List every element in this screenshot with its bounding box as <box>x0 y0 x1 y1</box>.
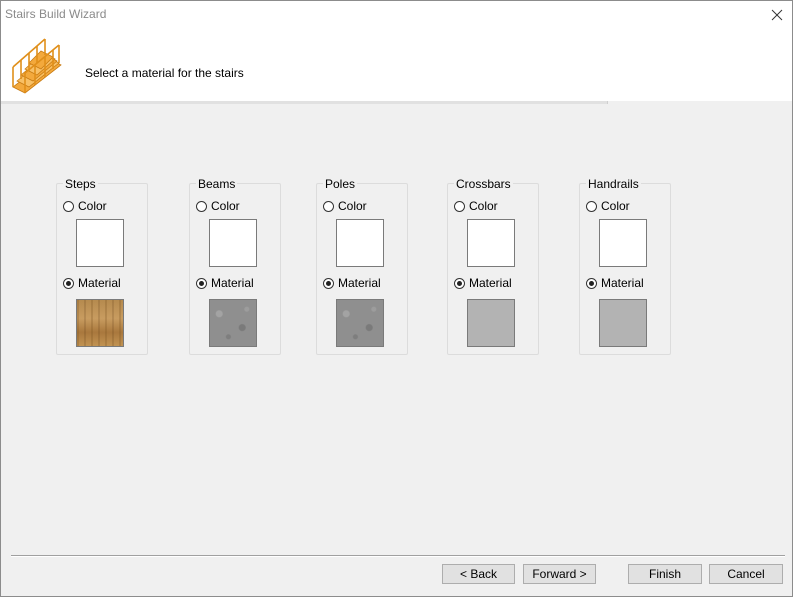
group-crossbars: Crossbars Color Material <box>447 178 539 355</box>
group-beams: Beams Color Material <box>189 178 281 355</box>
radio-material-steps[interactable]: Material <box>63 276 121 290</box>
radio-material-poles[interactable]: Material <box>323 276 381 290</box>
radio-button[interactable] <box>454 200 465 212</box>
radio-label: Color <box>211 199 240 213</box>
radio-button-checked[interactable] <box>63 277 74 289</box>
color-swatch-handrails[interactable] <box>599 219 647 267</box>
radio-button-checked[interactable] <box>196 277 207 289</box>
material-swatch-steps[interactable] <box>76 299 124 347</box>
radio-label: Color <box>601 199 630 213</box>
radio-button[interactable] <box>586 200 597 212</box>
radio-color-handrails[interactable]: Color <box>586 199 630 213</box>
stairs-icon <box>12 38 62 94</box>
radio-material-handrails[interactable]: Material <box>586 276 644 290</box>
material-swatch-crossbars[interactable] <box>467 299 515 347</box>
color-swatch-beams[interactable] <box>209 219 257 267</box>
back-button[interactable]: < Back <box>442 564 515 584</box>
radio-button[interactable] <box>323 200 334 212</box>
group-label: Handrails <box>586 177 641 191</box>
footer-separator <box>11 555 785 557</box>
radio-label: Material <box>338 276 381 290</box>
group-label: Steps <box>63 177 98 191</box>
title-bar: Stairs Build Wizard <box>1 1 792 29</box>
radio-label: Color <box>78 199 107 213</box>
finish-button[interactable]: Finish <box>628 564 702 584</box>
radio-button-checked[interactable] <box>454 277 465 289</box>
group-label: Beams <box>196 177 238 191</box>
radio-color-steps[interactable]: Color <box>63 199 107 213</box>
group-handrails: Handrails Color Material <box>579 178 671 355</box>
close-icon <box>771 9 783 21</box>
window-title: Stairs Build Wizard <box>5 7 107 21</box>
group-label: Poles <box>323 177 358 191</box>
header-separator <box>1 101 608 104</box>
group-label: Crossbars <box>454 177 513 191</box>
material-swatch-poles[interactable] <box>336 299 384 347</box>
material-swatch-handrails[interactable] <box>599 299 647 347</box>
radio-label: Material <box>469 276 512 290</box>
close-button[interactable] <box>762 1 792 29</box>
radio-button[interactable] <box>63 200 74 212</box>
radio-color-poles[interactable]: Color <box>323 199 367 213</box>
page-instruction: Select a material for the stairs <box>85 66 244 80</box>
forward-button[interactable]: Forward > <box>523 564 596 584</box>
color-swatch-steps[interactable] <box>76 219 124 267</box>
radio-label: Color <box>338 199 367 213</box>
radio-material-crossbars[interactable]: Material <box>454 276 512 290</box>
radio-label: Material <box>601 276 644 290</box>
radio-material-beams[interactable]: Material <box>196 276 254 290</box>
wizard-header: Select a material for the stairs <box>1 29 792 101</box>
group-poles: Poles Color Material <box>316 178 408 355</box>
radio-button-checked[interactable] <box>323 277 334 289</box>
material-swatch-beams[interactable] <box>209 299 257 347</box>
wizard-window: Stairs Build Wizard Select a material fo… <box>0 0 793 597</box>
radio-button[interactable] <box>196 200 207 212</box>
radio-label: Material <box>211 276 254 290</box>
radio-button-checked[interactable] <box>586 277 597 289</box>
radio-label: Material <box>78 276 121 290</box>
color-swatch-poles[interactable] <box>336 219 384 267</box>
radio-color-beams[interactable]: Color <box>196 199 240 213</box>
color-swatch-crossbars[interactable] <box>467 219 515 267</box>
radio-label: Color <box>469 199 498 213</box>
group-steps: Steps Color Material <box>56 178 148 355</box>
radio-color-crossbars[interactable]: Color <box>454 199 498 213</box>
cancel-button[interactable]: Cancel <box>709 564 783 584</box>
